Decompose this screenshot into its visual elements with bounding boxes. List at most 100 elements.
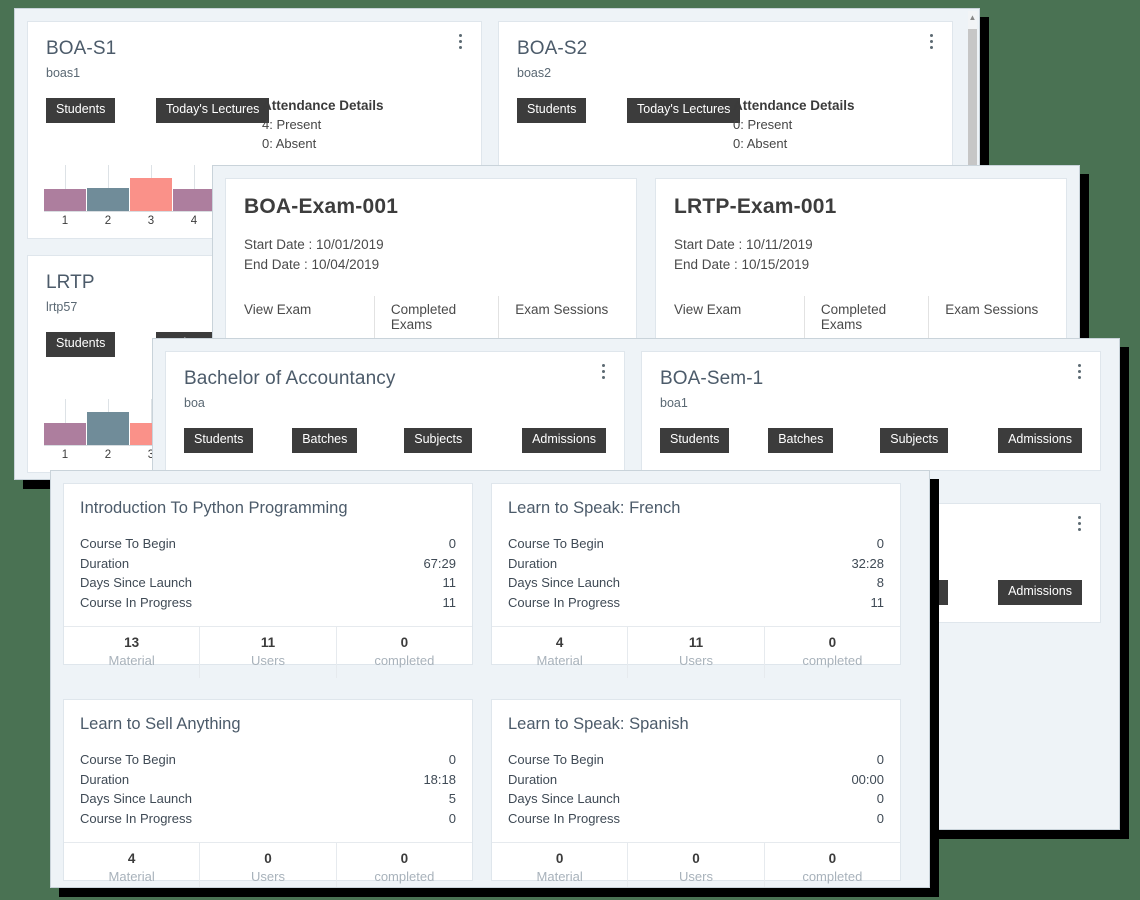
section-actions: Students Today's Lectures Attendance Det… (517, 97, 934, 151)
admissions-button-wrap: Admissions (998, 579, 1082, 605)
admissions-button[interactable]: Admissions (522, 427, 606, 453)
stat-value: 0 (448, 536, 456, 551)
chart-x-tick: 4 (190, 215, 198, 227)
more-options-icon[interactable] (1072, 364, 1086, 382)
program-title: BOA-Sem-1 (660, 368, 764, 389)
batches-button[interactable]: Batches (292, 427, 358, 453)
stat-row-days-since-launch: Days Since Launch 5 (80, 789, 456, 809)
stat-label: Duration (508, 771, 558, 787)
bar-slot (87, 399, 129, 445)
footer-material[interactable]: 4 Material (492, 627, 629, 678)
program-code: boa (184, 395, 205, 410)
bar-slot (44, 165, 86, 211)
completed-label: completed (802, 653, 863, 668)
students-button[interactable]: Students (184, 427, 254, 453)
courses-window[interactable]: Introduction To Python Programming Cours… (50, 470, 930, 888)
footer-material[interactable]: 4 Material (64, 843, 201, 887)
view-exam-link[interactable]: View Exam (674, 295, 805, 338)
admissions-button-wrap: Admissions (522, 427, 606, 453)
bar (130, 178, 172, 211)
section-title: BOA-S1 (46, 38, 117, 59)
completed-exams-link[interactable]: Completed Exams (805, 295, 930, 338)
program-card-boa-sem-1[interactable]: BOA-Sem-1 boa1 Students Batches Subjects… (641, 351, 1101, 471)
course-card-learn-to-sell-anything[interactable]: Learn to Sell Anything Course To Begin 0 … (63, 699, 473, 887)
exam-card-boa-exam-001[interactable]: BOA-Exam-001 Start Date : 10/01/2019 End… (225, 178, 637, 349)
subjects-button[interactable]: Subjects (880, 427, 949, 453)
stat-label: Duration (508, 555, 558, 571)
stat-label: Days Since Launch (80, 575, 193, 590)
exam-card-lrtp-exam-001[interactable]: LRTP-Exam-001 Start Date : 10/11/2019 En… (655, 178, 1067, 349)
course-stats: Course To Begin 0 Duration 00:00 Days Sinc… (508, 750, 884, 828)
course-stats: Course To Begin 0 Duration 67:29 Days Sinc… (80, 534, 456, 612)
completed-exams-link[interactable]: Completed Exams (375, 295, 500, 338)
exam-actions: View Exam Completed Exams Exam Sessions (674, 294, 1048, 338)
students-button[interactable]: Students (517, 97, 587, 123)
exam-sessions-link[interactable]: Exam Sessions (929, 296, 1048, 338)
more-options-icon[interactable] (924, 34, 938, 52)
stat-label: Course To Begin (80, 536, 176, 551)
footer-material[interactable]: 13 Material (64, 627, 201, 678)
footer-completed[interactable]: 0 completed (765, 843, 900, 887)
lectures-button-wrap: Today's Lectures (156, 97, 270, 123)
batches-button[interactable]: Batches (768, 427, 834, 453)
stat-row-days-since-launch: Days Since Launch 8 (508, 573, 884, 593)
more-options-icon[interactable] (1072, 516, 1086, 534)
view-exam-link[interactable]: View Exam (244, 295, 375, 338)
courses-grid: Introduction To Python Programming Cours… (63, 483, 917, 887)
courses-window-body: Introduction To Python Programming Cours… (51, 471, 929, 887)
students-button-wrap: Students (660, 427, 768, 453)
stat-row-course-to-begin: Course To Begin 0 (80, 750, 456, 770)
students-button[interactable]: Students (46, 331, 116, 357)
more-options-icon[interactable] (453, 34, 467, 52)
batches-button-wrap: Batches (292, 427, 404, 453)
attendance-present: 4: Present (262, 116, 322, 132)
material-count: 4 (555, 635, 564, 650)
bar (44, 189, 86, 211)
stat-row-duration: Duration 32:28 (508, 554, 884, 574)
course-stats: Course To Begin 0 Duration 32:28 Days Sinc… (508, 534, 884, 612)
admissions-button[interactable]: Admissions (998, 427, 1082, 453)
exam-end-date: End Date : 10/04/2019 (244, 257, 380, 273)
footer-users[interactable]: 11 Users (628, 627, 765, 678)
footer-users[interactable]: 0 Users (200, 843, 337, 887)
completed-label: completed (374, 869, 435, 884)
stat-row-days-since-launch: Days Since Launch 0 (508, 789, 884, 809)
admissions-button[interactable]: Admissions (998, 579, 1082, 605)
footer-completed[interactable]: 0 completed (337, 843, 472, 887)
todays-lectures-button[interactable]: Today's Lectures (627, 97, 741, 123)
students-button[interactable]: Students (46, 97, 116, 123)
stat-value: 00:00 (851, 771, 884, 787)
stat-value: 11 (870, 594, 885, 610)
stat-label: Duration (80, 555, 130, 571)
admissions-button-wrap: Admissions (998, 427, 1082, 453)
stat-value: 0 (448, 752, 456, 767)
students-button-wrap: Students (46, 97, 156, 123)
students-button[interactable]: Students (660, 427, 730, 453)
chart-x-tick: 1 (61, 215, 69, 227)
completed-count: 0 (400, 851, 409, 866)
attendance-absent: 0: Absent (733, 135, 788, 151)
exam-title: LRTP-Exam-001 (674, 195, 837, 218)
program-card-bachelor-of-accountancy[interactable]: Bachelor of Accountancy boa Students Bat… (165, 351, 625, 471)
footer-users[interactable]: 11 Users (200, 627, 337, 678)
stat-label: Days Since Launch (508, 575, 621, 590)
footer-material[interactable]: 0 Material (492, 843, 629, 887)
subjects-button-wrap: Subjects (404, 427, 522, 453)
stat-row-course-in-progress: Course In Progress 11 (508, 593, 884, 613)
users-label: Users (251, 869, 285, 884)
course-card-introduction-to-python-programming[interactable]: Introduction To Python Programming Cours… (63, 483, 473, 678)
exam-title: BOA-Exam-001 (244, 195, 399, 218)
subjects-button[interactable]: Subjects (404, 427, 473, 453)
desktop: BOA-S1 boas1 Students Today's Lectures A… (0, 0, 1140, 900)
footer-completed[interactable]: 0 completed (337, 627, 472, 678)
scroll-up-arrow-icon[interactable]: ▲ (968, 13, 977, 23)
course-card-learn-to-speak-french[interactable]: Learn to Speak: French Course To Begin 0 … (491, 483, 901, 678)
course-card-learn-to-speak-spanish[interactable]: Learn to Speak: Spanish Course To Begin 0… (491, 699, 901, 887)
footer-completed[interactable]: 0 completed (765, 627, 900, 678)
more-options-icon[interactable] (596, 364, 610, 382)
footer-users[interactable]: 0 Users (628, 843, 765, 887)
stat-value: 0 (448, 810, 456, 826)
todays-lectures-button[interactable]: Today's Lectures (156, 97, 270, 123)
exam-sessions-link[interactable]: Exam Sessions (499, 296, 618, 338)
stat-label: Days Since Launch (80, 791, 193, 806)
